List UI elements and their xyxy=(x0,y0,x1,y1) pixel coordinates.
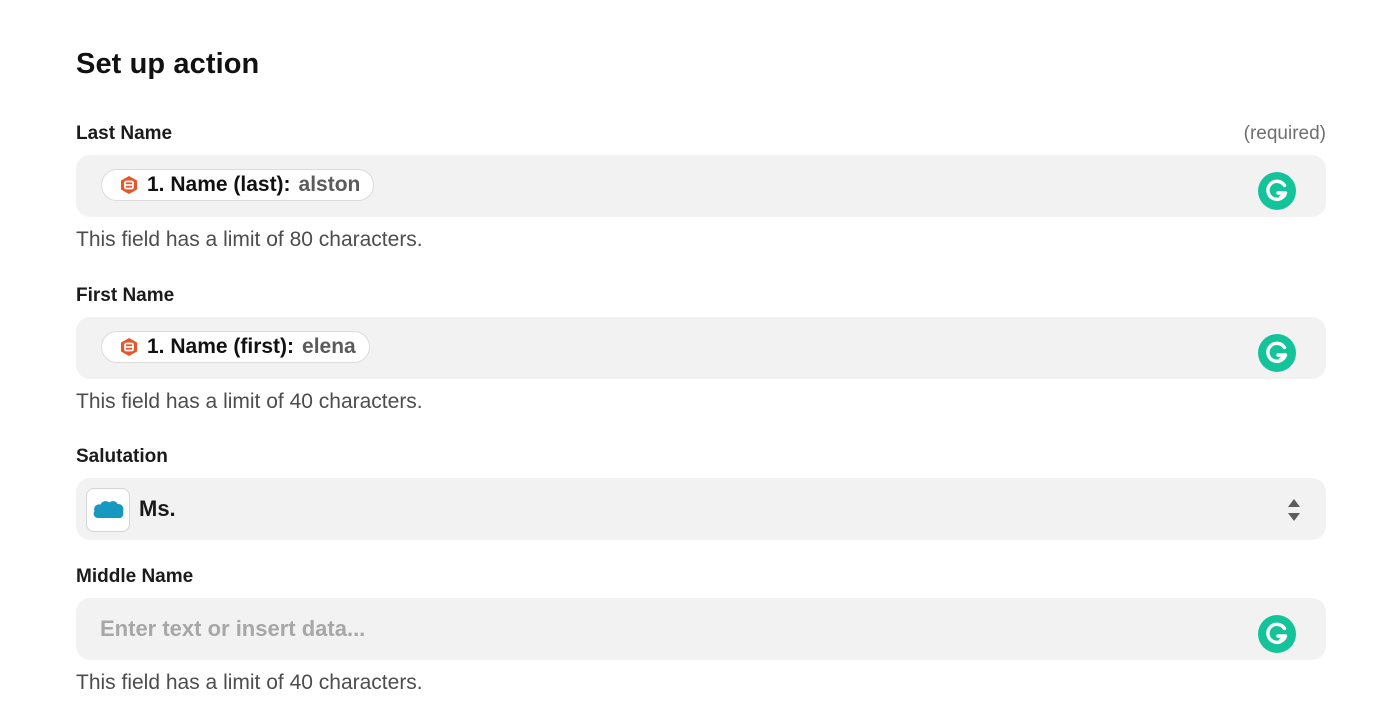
middle-name-label: Middle Name xyxy=(76,566,194,587)
first-name-label: First Name xyxy=(76,285,175,306)
last-name-label: Last Name xyxy=(76,123,173,144)
pill-field-value: alston xyxy=(298,173,361,196)
middle-name-field: Middle Name Enter text or insert data...… xyxy=(76,566,1326,695)
form-app-icon xyxy=(121,176,137,194)
field-label-row: Salutation xyxy=(76,446,1326,470)
character-limit-hint: This field has a limit of 80 characters. xyxy=(76,228,423,251)
pill-field-name: 1. Name (last): xyxy=(147,173,291,196)
required-indicator: (required) xyxy=(1243,123,1326,144)
mapped-data-pill[interactable]: 1. Name (last): alston xyxy=(101,169,375,201)
form-app-icon xyxy=(121,338,137,356)
grammarly-icon[interactable] xyxy=(1258,334,1296,372)
middle-name-input[interactable]: Enter text or insert data... xyxy=(76,598,1326,660)
salutation-label: Salutation xyxy=(76,446,168,467)
character-limit-hint: This field has a limit of 40 characters. xyxy=(76,671,423,694)
first-name-input[interactable]: 1. Name (first): elena xyxy=(76,317,1326,379)
mapped-data-pill[interactable]: 1. Name (first): elena xyxy=(101,331,370,363)
grammarly-icon[interactable] xyxy=(1258,172,1296,210)
field-label-row: First Name xyxy=(76,285,1326,309)
salesforce-logo-icon: salesforce xyxy=(86,488,130,532)
page-title: Set up action xyxy=(76,48,260,80)
salutation-select[interactable]: salesforce Ms. xyxy=(76,478,1326,540)
select-arrows-icon[interactable] xyxy=(1286,497,1302,523)
salutation-field: Salutation salesforce Ms. xyxy=(76,446,1326,540)
first-name-field: First Name 1. Name (first): elena This f… xyxy=(76,285,1326,414)
pill-field-value: elena xyxy=(302,335,356,358)
pill-field-name: 1. Name (first): xyxy=(147,335,295,358)
salutation-value: Ms. xyxy=(139,496,176,521)
salesforce-cloud-icon xyxy=(93,501,124,519)
field-label-row: Last Name (required) xyxy=(76,123,1326,147)
field-label-row: Middle Name xyxy=(76,566,1326,590)
character-limit-hint: This field has a limit of 40 characters. xyxy=(76,390,423,413)
grammarly-icon[interactable] xyxy=(1258,615,1296,653)
last-name-input[interactable]: 1. Name (last): alston xyxy=(76,155,1326,217)
middle-name-placeholder: Enter text or insert data... xyxy=(100,616,366,641)
last-name-field: Last Name (required) 1. Name (last): als… xyxy=(76,123,1326,252)
